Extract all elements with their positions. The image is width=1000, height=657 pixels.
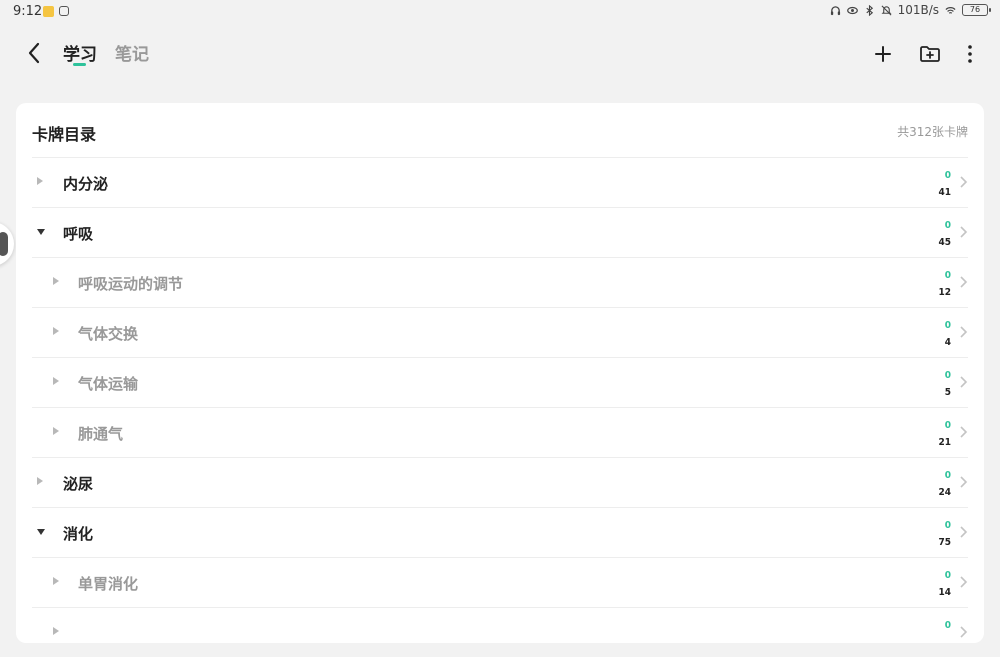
catalog-row-label: 消化: [63, 525, 94, 543]
chevron-right-icon: [960, 526, 968, 538]
chevron-right-icon: [960, 476, 968, 488]
total-card-count: 75: [938, 537, 951, 548]
caret-down-icon[interactable]: [37, 529, 45, 535]
new-card-count: 0: [944, 320, 951, 331]
card-counts: 0 12: [938, 267, 951, 301]
new-card-count: 0: [944, 220, 951, 231]
floating-side-tab[interactable]: [0, 222, 14, 266]
more-options-button[interactable]: [958, 42, 982, 66]
new-card-count: 0: [944, 270, 951, 281]
caret-right-icon[interactable]: [53, 427, 59, 435]
catalog-title: 卡牌目录: [32, 125, 97, 144]
back-button[interactable]: [22, 40, 48, 66]
total-card-count: 4: [944, 337, 951, 348]
card-catalog-panel: 卡牌目录 共312张卡牌 内分泌 0 41 呼吸 0 45 呼吸运动的调节 0 12 气体交换 0 4…: [16, 103, 984, 643]
card-counts: 04: [945, 317, 951, 351]
catalog-row[interactable]: 气体运输 0 5: [32, 357, 968, 407]
catalog-row[interactable]: 呼吸 0 45: [32, 207, 968, 257]
caret-right-icon[interactable]: [53, 577, 59, 585]
catalog-row[interactable]: 内分泌 0 41: [32, 157, 968, 207]
catalog-card-count: 共312张卡牌: [897, 125, 968, 139]
card-counts: 0: [945, 617, 951, 634]
catalog-row[interactable]: 单胃消化 0 14: [32, 557, 968, 607]
total-card-count: 5: [944, 387, 951, 398]
card-counts: 0 45: [938, 217, 951, 251]
bluetooth-icon: [865, 4, 873, 16]
catalog-row[interactable]: 气体交换 0 4: [32, 307, 968, 357]
caret-right-icon[interactable]: [53, 277, 59, 285]
status-time: 9:12: [13, 4, 43, 19]
chevron-right-icon: [960, 626, 968, 638]
chevron-right-icon: [960, 276, 968, 288]
catalog-row-label: 单胃消化: [78, 575, 139, 593]
total-card-count: 24: [938, 487, 951, 498]
app-notification-icon: [43, 6, 54, 17]
new-card-count: 0: [944, 170, 951, 181]
chevron-right-icon: [960, 226, 968, 238]
chevron-right-icon: [960, 576, 968, 588]
eye-icon: [846, 6, 858, 14]
catalog-row-label: 呼吸: [63, 225, 94, 243]
catalog-row-label: 肺通气: [78, 425, 124, 443]
card-counts: 0 75: [938, 517, 951, 551]
app-notification-icon-2: [59, 6, 69, 16]
catalog-list: 内分泌 0 41 呼吸 0 45 呼吸运动的调节 0 12 气体交换 0 4 气体运输 0 5 肺通气 0 21 泌…: [32, 157, 968, 657]
new-card-count: 0: [944, 620, 951, 631]
caret-right-icon[interactable]: [37, 177, 43, 185]
catalog-row[interactable]: 肺通气 0 21: [32, 407, 968, 457]
catalog-row[interactable]: 泌尿 0 24: [32, 457, 968, 507]
wifi-icon: [945, 6, 956, 14]
headphones-icon: [830, 5, 840, 15]
tab-study[interactable]: 学习: [63, 40, 97, 65]
catalog-row-label: 气体交换: [78, 325, 139, 343]
caret-down-icon[interactable]: [37, 229, 45, 235]
card-counts: 05: [945, 367, 951, 401]
new-folder-button[interactable]: [918, 42, 942, 66]
catalog-row[interactable]: 0: [32, 607, 968, 657]
card-counts: 0 41: [938, 167, 951, 201]
new-card-count: 0: [944, 420, 951, 431]
card-counts: 0 24: [938, 467, 951, 501]
card-counts: 0 21: [938, 417, 951, 451]
new-card-count: 0: [944, 370, 951, 381]
status-indicators: 101B/s 76: [830, 3, 991, 17]
catalog-row-label: 呼吸运动的调节: [78, 275, 184, 293]
active-tab-indicator: [73, 63, 86, 66]
battery-icon: 76: [962, 4, 991, 16]
chevron-right-icon: [960, 426, 968, 438]
total-card-count: 12: [938, 287, 951, 298]
catalog-row[interactable]: 消化 0 75: [32, 507, 968, 557]
caret-right-icon[interactable]: [53, 627, 59, 635]
new-card-count: 0: [944, 520, 951, 531]
total-card-count: 41: [938, 187, 951, 198]
chevron-right-icon: [960, 326, 968, 338]
card-counts: 0 14: [938, 567, 951, 601]
new-card-count: 0: [944, 470, 951, 481]
total-card-count: 45: [938, 237, 951, 248]
chevron-right-icon: [960, 376, 968, 388]
catalog-row-label: 内分泌: [63, 175, 109, 193]
total-card-count: 21: [938, 437, 951, 448]
tab-notes[interactable]: 笔记: [115, 40, 149, 65]
top-navigation: 学习 笔记: [0, 28, 1000, 80]
catalog-row[interactable]: 呼吸运动的调节 0 12: [32, 257, 968, 307]
caret-right-icon[interactable]: [37, 477, 43, 485]
status-bar: 9:12 101B/s 76: [0, 0, 1000, 24]
caret-right-icon[interactable]: [53, 327, 59, 335]
mute-icon: [881, 5, 892, 15]
chevron-right-icon: [960, 176, 968, 188]
add-button[interactable]: [871, 42, 895, 66]
caret-right-icon[interactable]: [53, 377, 59, 385]
catalog-row-label: 泌尿: [63, 475, 94, 493]
floating-avatar-icon: [0, 232, 8, 256]
network-speed: 101B/s: [897, 3, 939, 17]
catalog-row-label: 气体运输: [78, 375, 139, 393]
total-card-count: 14: [938, 587, 951, 598]
new-card-count: 0: [944, 570, 951, 581]
